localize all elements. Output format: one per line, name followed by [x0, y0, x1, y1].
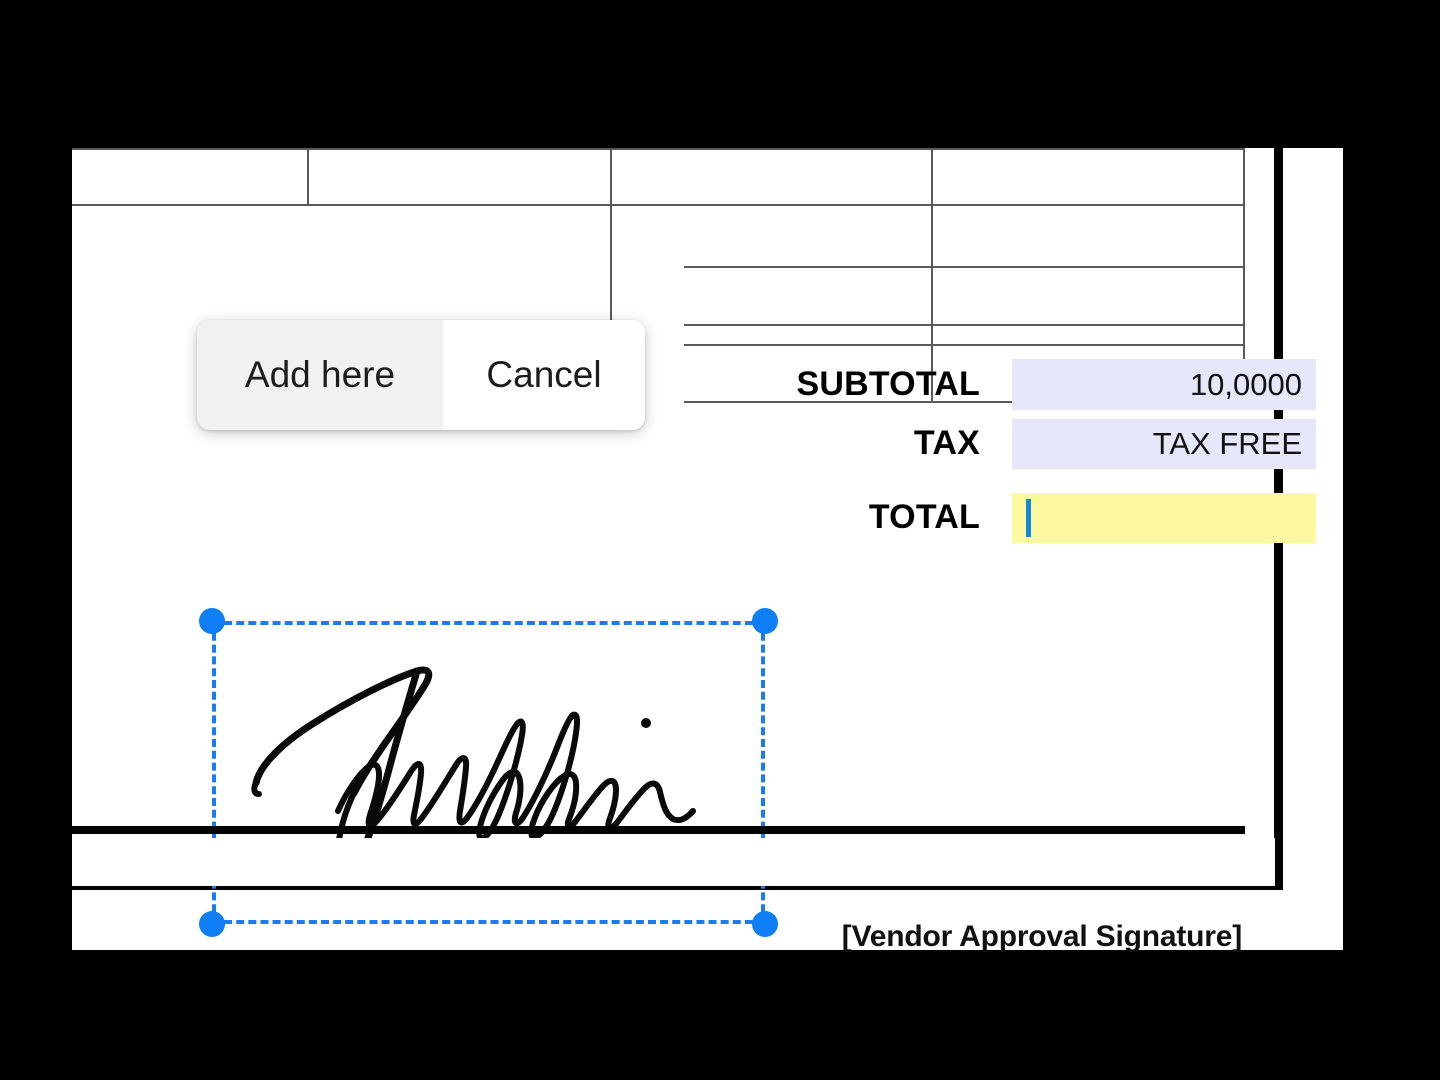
signature-context-popup[interactable]: Add here Cancel	[197, 320, 645, 430]
signature-rule	[72, 826, 1245, 834]
table-rule-2	[684, 266, 1245, 268]
document-footer-band	[72, 838, 1275, 886]
resize-handle-top-left[interactable]	[199, 608, 225, 634]
invoice-document: SUBTOTAL 10,0000 TAX TAX FREE TOTAL [Ven…	[72, 148, 1316, 953]
cancel-button[interactable]: Cancel	[443, 320, 645, 430]
table-rule-4	[684, 344, 1245, 346]
add-here-button[interactable]: Add here	[197, 320, 443, 430]
total-value-field[interactable]	[1012, 493, 1316, 543]
resize-handle-bottom-left[interactable]	[199, 911, 225, 937]
vendor-approval-signature-label: [Vendor Approval Signature]	[841, 920, 1242, 953]
table-rule-top	[72, 148, 1245, 150]
subtotal-value[interactable]: 10,0000	[1012, 359, 1316, 410]
text-caret	[1026, 499, 1031, 537]
resize-handle-top-right[interactable]	[752, 608, 778, 634]
tax-label: TAX	[913, 424, 980, 462]
subtotal-label: SUBTOTAL	[796, 365, 980, 403]
table-divider-col1	[307, 148, 309, 205]
table-rule-3	[684, 324, 1245, 326]
tax-value[interactable]: TAX FREE	[1012, 419, 1316, 469]
table-rule-1	[72, 204, 1245, 206]
total-label: TOTAL	[868, 497, 980, 536]
